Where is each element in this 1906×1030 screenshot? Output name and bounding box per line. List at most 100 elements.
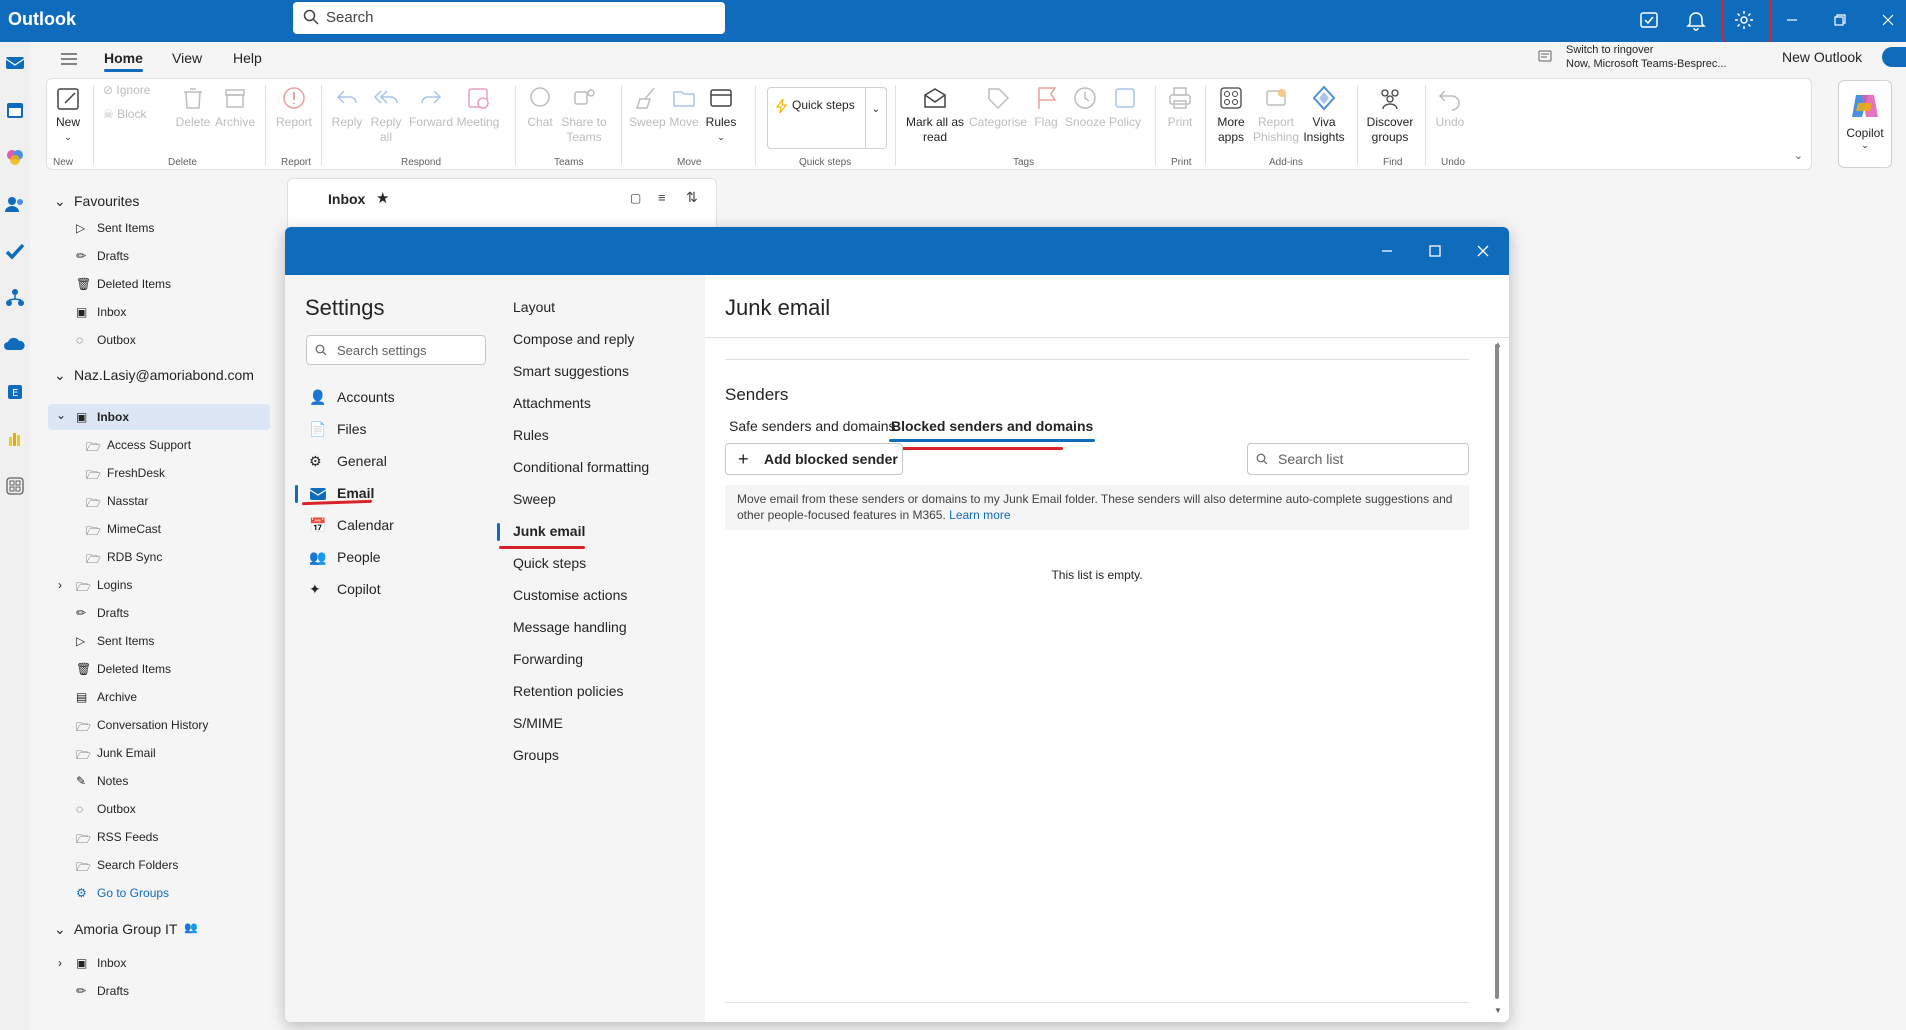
policy-button[interactable]: Policy [1107,83,1143,130]
email-nav-groups[interactable]: Groups [513,747,559,763]
folder-item[interactable]: ▷ Sent Items [30,628,270,654]
mail-app-icon[interactable] [4,52,26,74]
org-explorer-icon[interactable] [4,287,26,309]
email-nav-attachments[interactable]: Attachments [513,395,591,411]
more-apps-button[interactable]: More apps [1213,83,1249,145]
email-nav-compose-reply[interactable]: Compose and reply [513,331,634,347]
folder-item-inbox[interactable]: ⌄ ▣ Inbox [48,404,270,430]
minimize-icon[interactable] [1377,241,1397,261]
copilot-chevron-icon[interactable]: ⌄ [1839,140,1891,151]
settings-nav-calendar[interactable]: 📅 Calendar [309,511,489,541]
add-blocked-sender-button[interactable]: + Add blocked sender [725,443,903,475]
chat-button[interactable]: Chat [523,83,557,130]
folder-item[interactable]: 🗁 Nasstar [30,488,270,514]
scrollbar-thumb[interactable] [1495,344,1499,999]
mark-all-read-button[interactable]: Mark all as read [903,83,967,145]
search-list-input[interactable]: Search list [1247,443,1469,475]
restore-icon[interactable] [1828,8,1852,32]
maximize-icon[interactable] [1425,241,1445,261]
copilot-app-icon[interactable] [4,146,26,168]
email-nav-junk-email[interactable]: Junk email [513,523,585,539]
folder-item[interactable]: 🗁 RSS Feeds [30,824,270,850]
sweep-button[interactable]: Sweep [629,83,666,130]
tab-home[interactable]: Home [104,50,143,72]
learn-more-link[interactable]: Learn more [949,508,1010,522]
settings-nav-accounts[interactable]: 👤 Accounts [309,383,489,413]
close-icon[interactable] [1876,8,1900,32]
snooze-button[interactable]: Snooze [1065,83,1106,130]
settings-nav-files[interactable]: 📄 Files [309,415,489,445]
reply-all-button[interactable]: Reply all [367,83,405,145]
email-nav-customise-actions[interactable]: Customise actions [513,587,627,603]
copilot-button[interactable]: Copilot ⌄ [1838,80,1892,168]
hamburger-menu-icon[interactable] [60,51,78,67]
ignore-button[interactable]: ⊘ Ignore [103,83,150,97]
star-icon[interactable]: ★ [376,189,389,207]
people-app-icon[interactable] [4,193,26,215]
email-nav-smime[interactable]: S/MIME [513,715,563,731]
folder-item[interactable]: ✏ Drafts [30,243,270,269]
forward-button[interactable]: Forward [409,83,453,130]
email-nav-conditional-formatting[interactable]: Conditional formatting [513,459,649,475]
folder-item[interactable]: ▣ Inbox [30,299,270,325]
tab-view[interactable]: View [172,50,202,66]
todo-app-icon[interactable] [4,240,26,262]
folder-item[interactable]: ◌ Outbox [30,327,270,353]
share-to-teams-button[interactable]: Share to Teams [559,83,609,145]
email-nav-quick-steps[interactable]: Quick steps [513,555,586,571]
my-day-icon[interactable] [1637,8,1661,32]
folder-item[interactable]: 🗁 Access Support [30,432,270,458]
onedrive-icon[interactable] [4,334,26,356]
reply-button[interactable]: Reply [329,83,365,130]
ringover-notification[interactable]: Switch to ringover Now, Microsoft Teams-… [1566,43,1727,71]
calendar-app-icon[interactable] [4,99,26,121]
minimize-icon[interactable] [1780,8,1804,32]
delete-button[interactable]: Delete [175,83,211,130]
favourites-header[interactable]: ⌄ Favourites [30,188,270,214]
folder-item[interactable]: › ▣ Inbox [30,950,270,976]
folder-item[interactable]: 🗁 Search Folders [30,852,270,878]
scroll-down-arrow-icon[interactable]: ▼ [1494,1006,1502,1015]
folder-item[interactable]: ✎ Notes [30,768,270,794]
report-button[interactable]: Report [273,83,315,130]
folder-item[interactable]: › 🗁 Logins [30,572,270,598]
meeting-button[interactable]: Meeting [455,83,501,130]
folder-item[interactable]: ✏ Drafts [30,978,270,1004]
go-to-groups-link[interactable]: ⚙ Go to Groups [30,880,270,906]
folder-item[interactable]: 🗁 RDB Sync [30,544,270,570]
folder-item[interactable]: 🗑 Deleted Items [30,271,270,297]
folder-item[interactable]: ▷ Sent Items [30,215,270,241]
categorise-button[interactable]: Categorise [969,83,1027,130]
folder-item[interactable]: 🗁 MimeCast [30,516,270,542]
new-outlook-toggle[interactable] [1882,47,1906,67]
account-header[interactable]: ⌄ Naz.Lasiy@amoriabond.com [30,362,270,388]
folder-item[interactable]: 🗁 Conversation History [30,712,270,738]
sort-icon[interactable]: ⇅ [686,189,698,206]
search-box[interactable]: Search [293,2,725,34]
folder-item[interactable]: 🗑 Deleted Items [30,656,270,682]
discover-groups-button[interactable]: Discover groups [1363,83,1417,145]
viva-insights-button[interactable]: Viva Insights [1301,83,1347,145]
more-apps-rail-icon[interactable] [4,475,26,497]
report-phishing-button[interactable]: Report Phishing [1253,83,1299,145]
ribbon-expand-chevron-icon[interactable]: ⌄ [1794,149,1803,162]
print-button[interactable]: Print [1163,83,1197,130]
email-nav-message-handling[interactable]: Message handling [513,619,627,635]
powerbi-icon[interactable] [4,428,26,450]
settings-nav-general[interactable]: ⚙ General [309,447,489,477]
search-settings-input[interactable]: Search settings [306,335,486,365]
folder-item[interactable]: ◌ Outbox [30,796,270,822]
bell-icon[interactable] [1684,8,1708,32]
folder-item[interactable]: ▤ Archive [30,684,270,710]
email-nav-retention-policies[interactable]: Retention policies [513,683,624,699]
select-icon[interactable]: ▢ [630,191,641,205]
exchange-icon[interactable]: E [4,381,26,403]
tab-safe-senders[interactable]: Safe senders and domains [729,418,896,434]
tab-help[interactable]: Help [233,50,262,66]
quick-steps-gallery[interactable]: Quick steps ⌄ [767,87,887,149]
settings-nav-people[interactable]: 👥 People [309,543,489,573]
close-icon[interactable] [1473,241,1493,261]
folder-item[interactable]: 🗁 Junk Email [30,740,270,766]
archive-button[interactable]: Archive [215,83,255,130]
flag-button[interactable]: Flag [1029,83,1063,130]
